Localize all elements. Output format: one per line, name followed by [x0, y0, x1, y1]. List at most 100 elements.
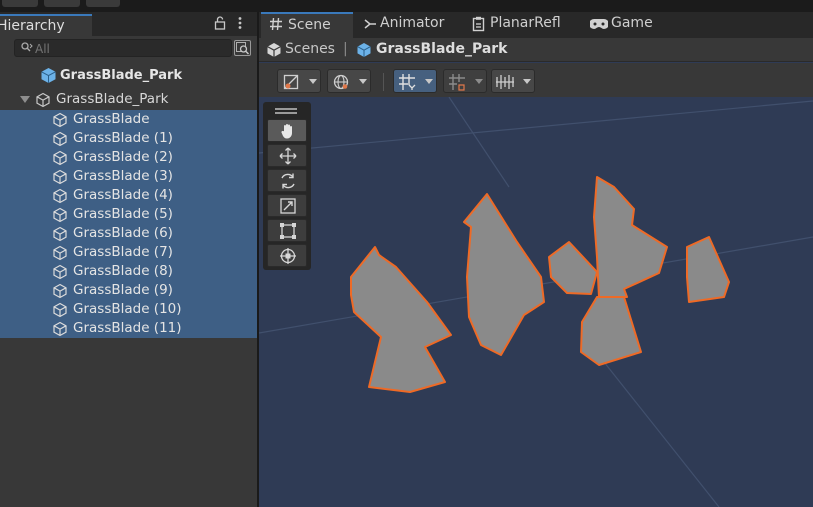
tab-animator[interactable]: Animator	[361, 12, 457, 38]
tool-palette	[263, 102, 311, 270]
scene-canvas[interactable]	[259, 97, 813, 507]
tree-item-label: GrassBlade (3)	[73, 168, 173, 184]
rect-transform-icon	[280, 223, 296, 239]
chevron-down-icon	[523, 79, 531, 84]
rotate-icon	[281, 173, 295, 189]
tree-item[interactable]: GrassBlade (1)	[0, 129, 257, 148]
tree-item[interactable]: GrassBlade (2)	[0, 148, 257, 167]
prefab-icon	[356, 42, 372, 62]
increment-snap-dropdown[interactable]	[443, 69, 487, 93]
drag-handle[interactable]	[275, 112, 297, 114]
tree-item[interactable]: GrassBlade (11)	[0, 319, 257, 338]
tree-item-label: GrassBlade (5)	[73, 206, 173, 222]
toolbar-separator	[383, 73, 384, 91]
grass-blade-mesh	[350, 246, 452, 393]
toolbar-nub	[86, 0, 120, 7]
grass-blade-mesh	[686, 236, 730, 303]
tab-label: Scene	[288, 17, 331, 33]
inspector-icon	[472, 16, 485, 36]
search-row	[0, 36, 257, 61]
scene-tabbar: Scene Animator PlanarRefl Game	[259, 12, 813, 38]
search-input[interactable]	[35, 41, 225, 56]
tree-item-label: GrassBlade (10)	[73, 301, 182, 317]
tab-planarrefl[interactable]: PlanarRefl	[470, 12, 580, 38]
tab-label: Game	[611, 15, 653, 31]
ruler-icon	[496, 75, 514, 89]
drag-handle[interactable]	[275, 108, 297, 110]
gameobject-icon	[52, 321, 68, 341]
grass-blade-mesh	[548, 241, 598, 295]
tree-item-label: GrassBlade (11)	[73, 320, 182, 336]
tab-label: Animator	[380, 15, 445, 31]
grid-snap-icon	[399, 74, 416, 90]
tab-scene[interactable]: Scene	[261, 12, 353, 38]
tree-item-label: GrassBlade (2)	[73, 149, 173, 165]
move-tool-button[interactable]	[267, 144, 307, 167]
rect-tool-button[interactable]	[267, 219, 307, 242]
tab-hierarchy-label: Hierarchy	[0, 18, 65, 34]
scene-toolbar	[259, 63, 813, 97]
tree-item-label: GrassBlade_Park	[56, 91, 169, 107]
tree-item-label: GrassBlade (8)	[73, 263, 173, 279]
breadcrumb-current[interactable]: GrassBlade_Park	[376, 41, 508, 57]
increment-snap-icon	[449, 74, 465, 91]
tree-item[interactable]: GrassBlade (4)	[0, 186, 257, 205]
search-options-icon	[236, 42, 250, 55]
gameobject-icon	[35, 92, 51, 112]
scene-viewport[interactable]	[259, 97, 813, 507]
hierarchy-panel: Hierarchy GrassBlade_Park	[0, 12, 257, 507]
animator-icon	[363, 17, 377, 35]
tree-item-label: GrassBlade (7)	[73, 244, 173, 260]
unity-scene-icon	[266, 42, 282, 62]
tree-item[interactable]: GrassBlade	[0, 110, 257, 129]
draw-mode-dropdown[interactable]	[277, 69, 321, 93]
tab-game[interactable]: Game	[589, 12, 663, 38]
hand-tool-button[interactable]	[267, 119, 307, 142]
scene-name: GrassBlade_Park	[60, 68, 183, 83]
tab-hierarchy[interactable]: Hierarchy	[0, 14, 92, 36]
grass-blade-mesh	[463, 193, 545, 356]
tree-item-label: GrassBlade (1)	[73, 130, 173, 146]
tree-item-label: GrassBlade	[73, 111, 150, 127]
scale-tool-button[interactable]	[267, 194, 307, 217]
tree-item[interactable]: GrassBlade (7)	[0, 243, 257, 262]
expand-arrow-icon[interactable]	[20, 96, 30, 103]
tree-item[interactable]: GrassBlade (3)	[0, 167, 257, 186]
scale-icon	[280, 198, 296, 214]
tree-item-root[interactable]: GrassBlade_Park	[0, 90, 257, 109]
lock-icon[interactable]	[213, 16, 227, 32]
grass-blade-mesh	[580, 296, 642, 366]
tree-item[interactable]: GrassBlade (10)	[0, 300, 257, 319]
grid-snapping-dropdown[interactable]	[393, 69, 437, 93]
tree-item[interactable]: GrassBlade (8)	[0, 262, 257, 281]
tab-label: PlanarRefl	[490, 15, 561, 31]
tree-item-label: GrassBlade (4)	[73, 187, 173, 203]
scene-header[interactable]: GrassBlade_Park	[0, 64, 257, 88]
search-icon	[20, 40, 34, 57]
hash-icon	[269, 17, 283, 35]
prefab-icon	[40, 67, 57, 88]
more-options-icon[interactable]	[233, 16, 247, 32]
breadcrumb-separator: |	[343, 41, 348, 57]
breadcrumb-root[interactable]: Scenes	[285, 41, 335, 57]
toolbar-nub	[2, 0, 38, 7]
globe-icon	[333, 74, 349, 90]
tree-item-label: GrassBlade (9)	[73, 282, 173, 298]
tree-item[interactable]: GrassBlade (9)	[0, 281, 257, 300]
breadcrumb: Scenes | GrassBlade_Park	[259, 38, 813, 62]
search-options-button[interactable]	[234, 40, 251, 56]
chevron-down-icon	[425, 79, 433, 84]
hand-icon	[281, 124, 292, 139]
transform-tool-button[interactable]	[267, 244, 307, 267]
move-icon	[279, 147, 297, 165]
search-field[interactable]	[14, 39, 232, 57]
tree-item[interactable]: GrassBlade (6)	[0, 224, 257, 243]
rotate-tool-button[interactable]	[267, 169, 307, 192]
grass-blades[interactable]	[350, 176, 730, 393]
tree-item[interactable]: GrassBlade (5)	[0, 205, 257, 224]
gamepad-icon	[589, 18, 609, 34]
gizmo-overlay-dropdown[interactable]	[491, 69, 535, 93]
global-pivot-dropdown[interactable]	[327, 69, 371, 93]
toolbar-nub	[44, 0, 80, 7]
chevron-down-icon	[359, 79, 367, 84]
